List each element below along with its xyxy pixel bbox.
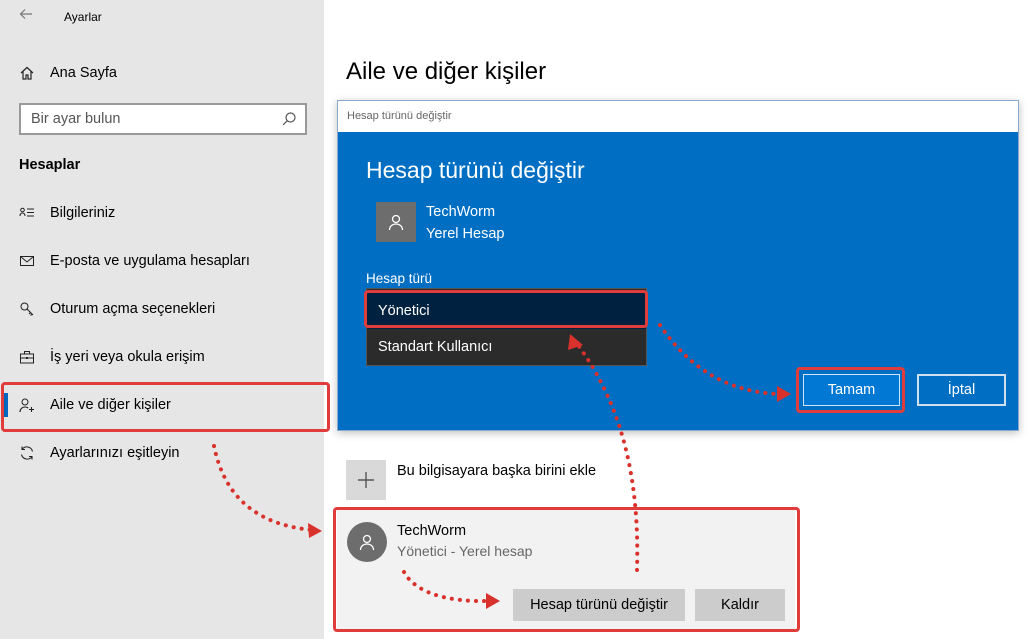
account-type-dropdown[interactable]: Yönetici Standart Kullanıcı xyxy=(366,288,647,366)
sidebar-item-email-accounts[interactable]: E-posta ve uygulama hesapları xyxy=(0,241,324,281)
avatar xyxy=(376,202,416,242)
dialog-heading: Hesap türünü değiştir xyxy=(366,157,585,183)
sidebar-item-sync-settings[interactable]: Ayarlarınızı eşitleyin xyxy=(0,433,324,473)
account-card[interactable]: TechWorm Yönetici - Yerel hesap Hesap tü… xyxy=(337,510,795,630)
dialog-title-bar: Hesap türünü değiştir xyxy=(338,101,1018,132)
avatar xyxy=(347,522,387,562)
change-account-type-dialog: Hesap türünü değiştir Hesap türünü değiş… xyxy=(337,100,1019,431)
arrow-left-icon xyxy=(19,9,32,19)
back-button[interactable] xyxy=(14,6,38,28)
remove-button[interactable]: Kaldır xyxy=(695,589,785,621)
page-title: Aile ve diğer kişiler xyxy=(346,58,547,85)
home-icon xyxy=(18,64,36,82)
dialog-window-title: Hesap türünü değiştir xyxy=(347,110,452,122)
account-type: Yönetici - Yerel hesap xyxy=(397,543,533,559)
key-icon xyxy=(18,300,36,318)
sidebar-item-label: İş yeri veya okula erişim xyxy=(50,349,205,365)
sidebar-item-family-others[interactable]: Aile ve diğer kişiler xyxy=(0,385,324,425)
person-icon xyxy=(388,214,404,231)
search-input[interactable]: Bir ayar bulun xyxy=(19,103,307,135)
account-name: TechWorm xyxy=(397,523,467,539)
sidebar-item-label: Oturum açma seçenekleri xyxy=(50,301,216,317)
sidebar-item-label: Ayarlarınızı eşitleyin xyxy=(50,445,180,461)
dialog-user-type: Yerel Hesap xyxy=(426,226,505,242)
search-placeholder: Bir ayar bulun xyxy=(31,111,121,127)
person-add-icon xyxy=(18,396,36,414)
sidebar-item-label: Bilgileriniz xyxy=(50,205,116,221)
account-type-label: Hesap türü xyxy=(366,271,433,286)
sidebar-item-label: Aile ve diğer kişiler xyxy=(50,397,171,413)
person-icon xyxy=(359,534,375,551)
sidebar-item-work-school[interactable]: İş yeri veya okula erişim xyxy=(0,337,324,377)
plus-icon xyxy=(358,472,374,488)
add-user-button[interactable] xyxy=(346,460,386,500)
home-label: Ana Sayfa xyxy=(50,65,117,81)
add-user-label[interactable]: Bu bilgisayara başka birini ekle xyxy=(397,463,596,479)
change-account-type-button[interactable]: Hesap türünü değiştir xyxy=(513,589,685,621)
sidebar-item-your-info[interactable]: Bilgileriniz xyxy=(0,193,324,233)
sync-icon xyxy=(18,444,36,462)
briefcase-icon xyxy=(18,348,36,366)
section-title: Hesaplar xyxy=(19,157,81,173)
ok-button[interactable]: Tamam xyxy=(803,374,900,406)
app-title: Ayarlar xyxy=(64,10,102,24)
title-bar: Ayarlar xyxy=(0,0,324,34)
option-standard-user[interactable]: Standart Kullanıcı xyxy=(367,329,646,365)
mail-icon xyxy=(18,252,36,270)
sidebar-item-sign-in-options[interactable]: Oturum açma seçenekleri xyxy=(0,289,324,329)
dialog-user-name: TechWorm xyxy=(426,204,496,220)
cancel-button[interactable]: İptal xyxy=(917,374,1006,406)
home-link[interactable]: Ana Sayfa xyxy=(0,53,324,93)
sidebar-item-label: E-posta ve uygulama hesapları xyxy=(50,253,250,269)
option-administrator[interactable]: Yönetici xyxy=(367,293,646,329)
search-icon xyxy=(282,112,296,126)
person-card-icon xyxy=(18,204,36,222)
sidebar: Ayarlar Ana Sayfa Bir ayar bulun Hesapla… xyxy=(0,0,324,639)
